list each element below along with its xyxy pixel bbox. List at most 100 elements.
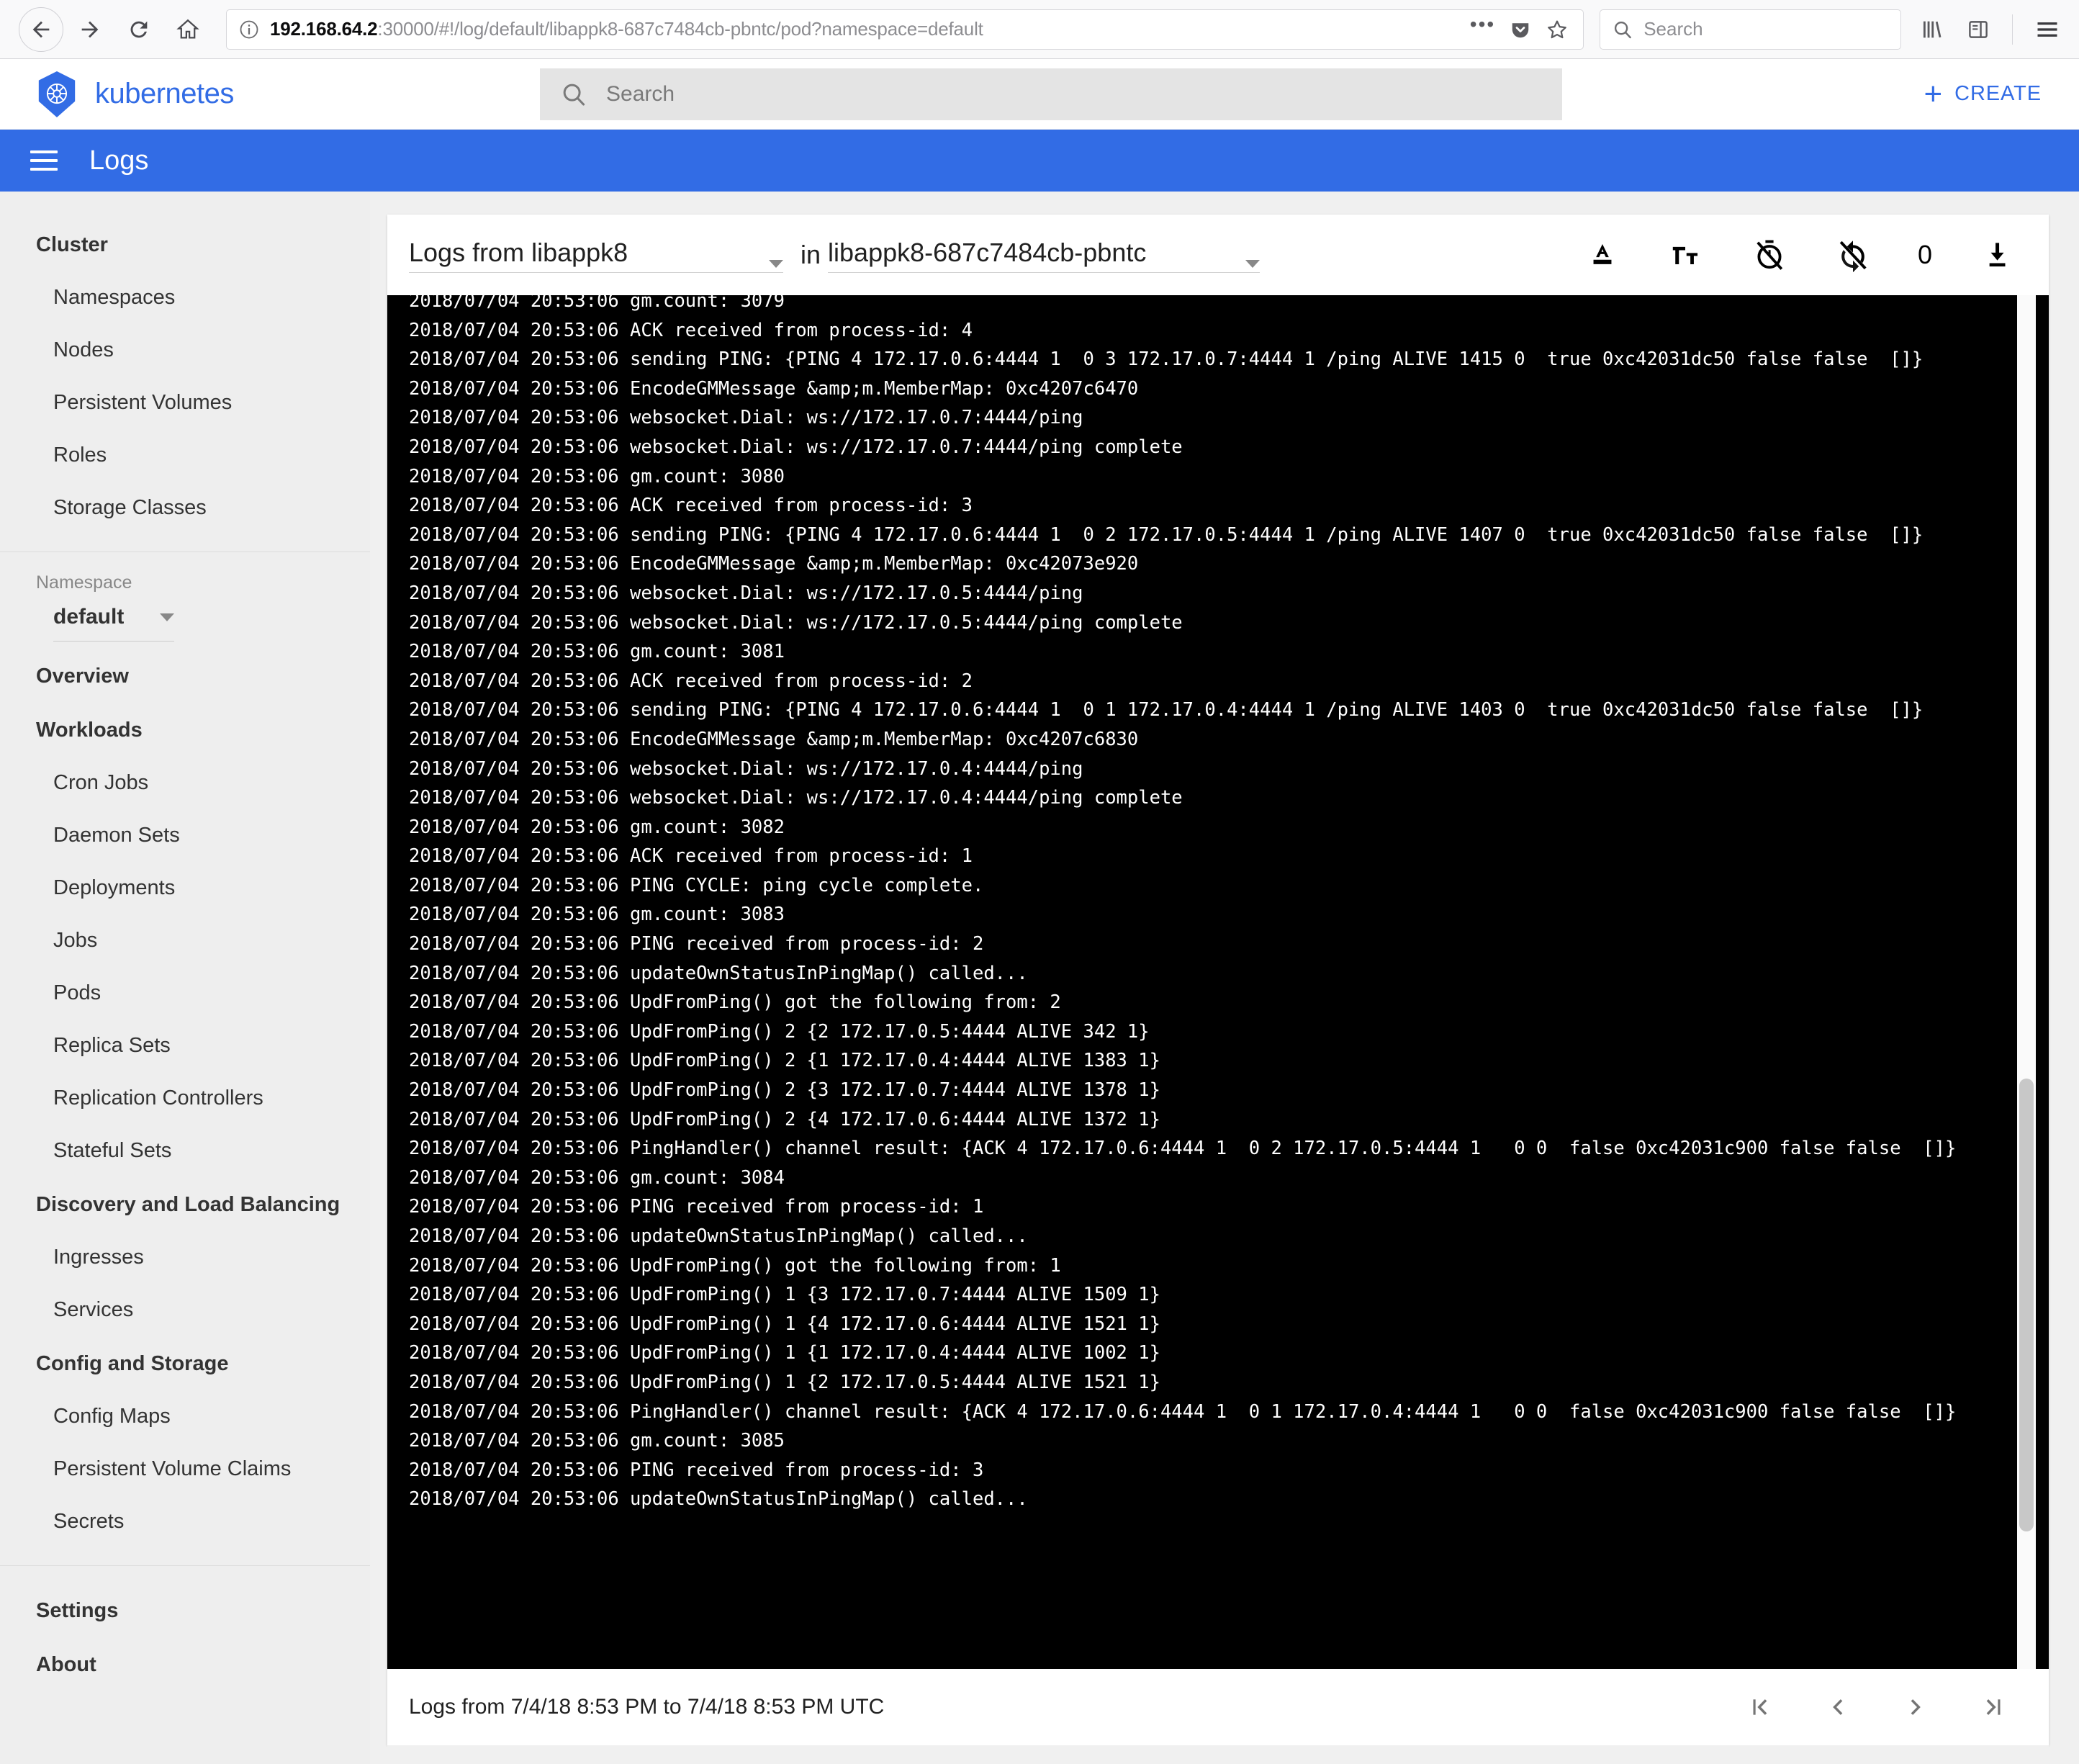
- home-icon: [176, 19, 199, 38]
- url-path: :30000/#!/log/default/libappk8-687c7484c…: [377, 18, 983, 40]
- logs-footer: Logs from 7/4/18 8:53 PM to 7/4/18 8:53 …: [387, 1669, 2049, 1745]
- sidebar-item-deployments[interactable]: Deployments: [0, 862, 370, 914]
- pod-select[interactable]: libappk8-687c7484cb-pbntc: [828, 237, 1261, 273]
- sidebar-item-about[interactable]: About: [0, 1637, 370, 1691]
- sidebar-item-stateful-sets[interactable]: Stateful Sets: [0, 1125, 370, 1177]
- pod-select-value: libappk8-687c7484cb-pbntc: [828, 237, 1147, 267]
- address-bar-icons: •••: [1470, 14, 1571, 41]
- log-console[interactable]: 2018/07/04 20:53:06 gm.count: 3079 2018/…: [387, 295, 2049, 1669]
- url-text: 192.168.64.2:30000/#!/log/default/libapp…: [270, 18, 1460, 40]
- reload-button[interactable]: [117, 7, 161, 52]
- more-options-icon[interactable]: •••: [1470, 14, 1495, 38]
- chevron-down-icon: [1245, 259, 1261, 268]
- log-time-range: Logs from 7/4/18 8:53 PM to 7/4/18 8:53 …: [409, 1695, 885, 1719]
- download-icon: [1989, 243, 2006, 267]
- brand-name: kubernetes: [95, 78, 234, 109]
- timer-off-icon: [1756, 240, 1783, 270]
- url-host: 192.168.64.2: [270, 18, 378, 40]
- font-size-icon: [1672, 246, 1698, 265]
- info-icon: [240, 20, 258, 38]
- sidebar-item-jobs[interactable]: Jobs: [0, 914, 370, 967]
- dashboard-header: kubernetes Search + CREATE: [0, 59, 2079, 130]
- log-scrollbar-thumb[interactable]: [2019, 1078, 2034, 1532]
- search-icon: [563, 84, 585, 106]
- dashboard-search-input[interactable]: Search: [540, 68, 1562, 120]
- forward-button[interactable]: [68, 7, 112, 52]
- sidebar-item-pods[interactable]: Pods: [0, 967, 370, 1020]
- chevron-down-icon: [769, 259, 783, 268]
- sidebar-item-storage-classes[interactable]: Storage Classes: [0, 482, 370, 534]
- autorenew-off-icon: [1839, 240, 1867, 272]
- reload-icon: [130, 21, 148, 37]
- sidebar-item-replication-controllers[interactable]: Replication Controllers: [0, 1072, 370, 1125]
- previous-page-icon: [1833, 1699, 1843, 1715]
- text-color-button[interactable]: [1584, 236, 1621, 274]
- sidebar-item-replica-sets[interactable]: Replica Sets: [0, 1020, 370, 1072]
- sidebar-nav: Cluster Namespaces Nodes Persistent Volu…: [0, 192, 370, 1764]
- sidebar-item-nodes[interactable]: Nodes: [0, 324, 370, 377]
- app-menu-icon[interactable]: [2034, 17, 2060, 42]
- sidebar-item-persistent-volume-claims[interactable]: Persistent Volume Claims: [0, 1443, 370, 1495]
- log-pagination: [1742, 1689, 2023, 1725]
- next-page-button[interactable]: [1898, 1689, 1934, 1725]
- last-page-icon: [1986, 1699, 2001, 1715]
- font-size-button[interactable]: [1667, 236, 1705, 274]
- autorenew-off-button[interactable]: [1834, 236, 1872, 274]
- log-output-text: 2018/07/04 20:53:06 gm.count: 3079 2018/…: [409, 295, 1957, 1511]
- sidebar-item-settings[interactable]: Settings: [0, 1583, 370, 1637]
- browser-right-icons: [1901, 14, 2060, 45]
- container-select-value: Logs from libappk8: [409, 237, 628, 267]
- pocket-icon[interactable]: [1510, 19, 1531, 40]
- sidebar-item-daemon-sets[interactable]: Daemon Sets: [0, 809, 370, 862]
- sidebar-group-cluster: Cluster: [36, 233, 108, 256]
- library-icon[interactable]: [1920, 17, 1944, 42]
- sidebar-item-config-maps[interactable]: Config Maps: [0, 1390, 370, 1443]
- main-content: Logs from libappk8 in libappk8-687c7484c…: [370, 192, 2079, 1764]
- browser-nav-buttons: [19, 6, 210, 52]
- sidebar-toggle-icon[interactable]: [1966, 17, 1990, 42]
- create-button-label: CREATE: [1954, 82, 2042, 105]
- home-button[interactable]: [166, 7, 210, 52]
- page-title: Logs: [89, 145, 149, 176]
- dashboard-search-placeholder: Search: [606, 81, 675, 106]
- address-bar[interactable]: 192.168.64.2:30000/#!/log/default/libapp…: [226, 9, 1584, 50]
- toolbar-divider: [2012, 14, 2013, 45]
- namespace-label: Namespace: [36, 572, 132, 593]
- first-page-icon: [1753, 1699, 1767, 1715]
- sidebar-item-persistent-volumes[interactable]: Persistent Volumes: [0, 377, 370, 429]
- create-button[interactable]: + CREATE: [1924, 76, 2054, 112]
- kubernetes-logo-icon: [38, 71, 76, 117]
- last-page-button[interactable]: [1975, 1689, 2011, 1725]
- browser-search-box[interactable]: Search: [1600, 9, 1901, 50]
- back-arrow-icon: [32, 21, 50, 37]
- sidebar-item-ingresses[interactable]: Ingresses: [0, 1231, 370, 1284]
- brand-logo-area[interactable]: kubernetes: [26, 70, 540, 119]
- sidebar-item-roles[interactable]: Roles: [0, 429, 370, 482]
- sidebar-group-config: Config and Storage: [36, 1352, 229, 1375]
- namespace-value: default: [53, 605, 125, 629]
- back-button[interactable]: [19, 6, 63, 52]
- star-bookmark-icon[interactable]: [1546, 18, 1569, 41]
- sidebar-item-services[interactable]: Services: [0, 1284, 370, 1336]
- menu-toggle-icon[interactable]: [30, 150, 58, 171]
- container-select[interactable]: Logs from libappk8: [409, 238, 783, 273]
- namespace-select[interactable]: default: [53, 605, 174, 642]
- sidebar-item-overview[interactable]: Overview: [0, 649, 370, 703]
- log-scrollbar-track[interactable]: [2017, 295, 2036, 1669]
- sidebar-item-namespaces[interactable]: Namespaces: [0, 271, 370, 324]
- sidebar-item-cron-jobs[interactable]: Cron Jobs: [0, 757, 370, 809]
- timer-off-button[interactable]: [1751, 236, 1788, 274]
- sidebar-item-secrets[interactable]: Secrets: [0, 1495, 370, 1548]
- sidebar-group-workloads: Workloads: [36, 719, 143, 742]
- content-bottom-strip: [387, 1745, 2049, 1764]
- forward-arrow-icon: [81, 21, 99, 37]
- plus-icon: +: [1924, 76, 1944, 112]
- browser-search-placeholder: Search: [1643, 18, 1703, 40]
- previous-page-button[interactable]: [1820, 1689, 1856, 1725]
- page-body: Cluster Namespaces Nodes Persistent Volu…: [0, 192, 2079, 1764]
- page-toolbar: Logs: [0, 130, 2079, 192]
- first-page-button[interactable]: [1742, 1689, 1778, 1725]
- logs-toolbar: Logs from libappk8 in libappk8-687c7484c…: [387, 215, 2049, 295]
- download-logs-button[interactable]: [1978, 236, 2016, 274]
- chevron-down-icon: [160, 613, 174, 621]
